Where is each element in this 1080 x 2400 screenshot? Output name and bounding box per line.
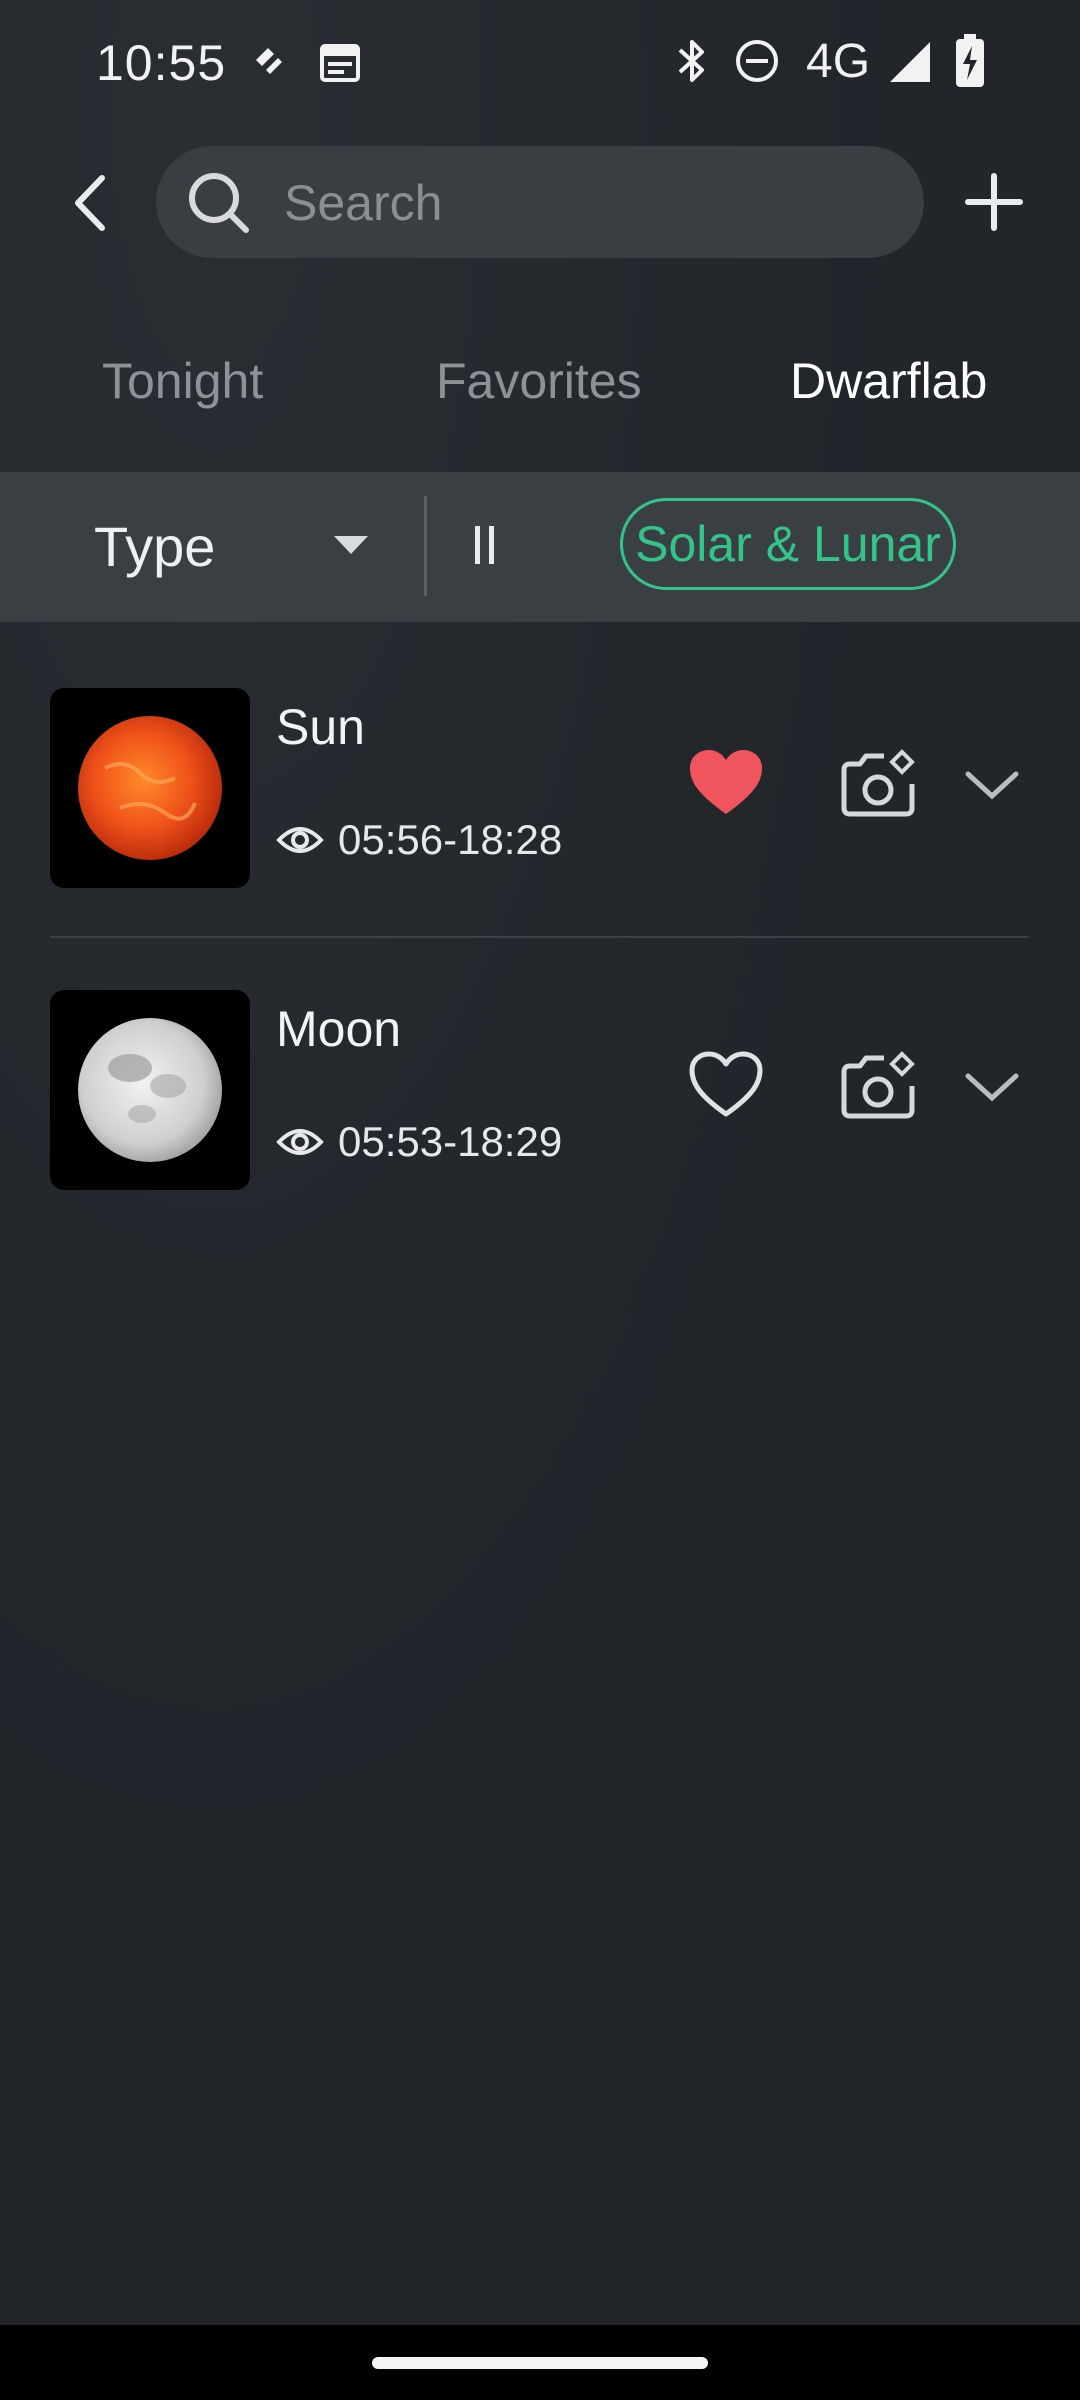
nfc-icon: [248, 40, 288, 85]
pause-icon[interactable]: [474, 522, 498, 573]
tab-dwarflab[interactable]: Dwarflab: [790, 352, 987, 410]
chevron-left-icon: [75, 175, 105, 231]
tab-tonight[interactable]: Tonight: [102, 352, 263, 410]
search-bar[interactable]: [156, 146, 924, 258]
camera-icon: [841, 1051, 915, 1119]
camera-icon: [841, 749, 915, 817]
capture-button[interactable]: [838, 1050, 918, 1125]
caret-down-icon[interactable]: [334, 536, 368, 561]
status-bar: 10:55 4G: [0, 0, 1080, 124]
calendar-icon: [318, 40, 362, 89]
list-item-moon[interactable]: Moon 05:53-18:29: [0, 990, 1080, 1290]
network-type: 4G: [806, 35, 871, 88]
plus-icon: [965, 173, 1023, 231]
chevron-down-icon: [965, 771, 1019, 800]
filter-bar: Type Solar & Lunar: [0, 472, 1080, 622]
search-icon: [184, 168, 254, 243]
eye-icon: [276, 1129, 324, 1155]
search-input[interactable]: [282, 166, 886, 240]
favorite-button[interactable]: [688, 748, 764, 823]
bluetooth-icon: [672, 36, 712, 91]
type-dropdown[interactable]: Type: [94, 514, 215, 579]
visibility-time: 05:56-18:28: [338, 816, 563, 863]
battery-charging-icon: [954, 34, 986, 93]
solar-lunar-chip[interactable]: Solar & Lunar: [620, 498, 956, 590]
heart-filled-icon: [690, 750, 762, 814]
signal-icon: [886, 38, 934, 91]
visibility-window: 05:53-18:29: [276, 1118, 562, 1166]
favorite-button[interactable]: [688, 1050, 764, 1125]
add-button[interactable]: [962, 170, 1026, 234]
capture-button[interactable]: [838, 748, 918, 823]
eye-icon: [276, 827, 324, 853]
tab-favorites[interactable]: Favorites: [436, 352, 642, 410]
sun-thumbnail: [50, 688, 250, 888]
filter-divider: [424, 496, 427, 596]
object-name: Sun: [276, 699, 365, 755]
visibility-window: 05:56-18:28: [276, 816, 562, 864]
chevron-down-icon: [965, 1073, 1019, 1102]
expand-button[interactable]: [964, 768, 1020, 807]
home-gesture-handle[interactable]: [372, 2357, 708, 2369]
moon-thumbnail: [50, 990, 250, 1190]
list-item-sun[interactable]: Sun 05:56-18:28: [0, 688, 1080, 988]
dnd-icon: [734, 38, 780, 89]
expand-button[interactable]: [964, 1070, 1020, 1109]
visibility-time: 05:53-18:29: [338, 1118, 563, 1165]
list-divider: [50, 936, 1028, 938]
status-time: 10:55: [96, 35, 227, 91]
back-button[interactable]: [62, 168, 122, 238]
heart-outline-icon: [689, 1051, 763, 1117]
object-name: Moon: [276, 1001, 402, 1057]
